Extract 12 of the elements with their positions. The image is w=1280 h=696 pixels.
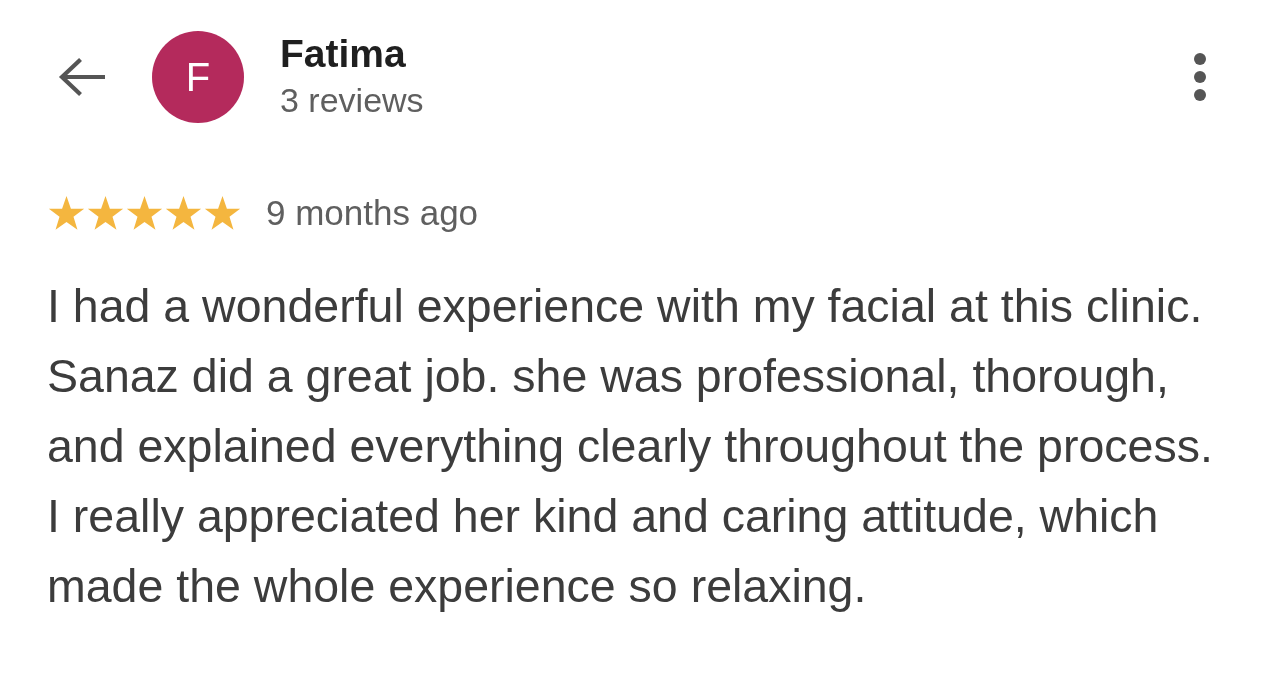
star-icon [165,195,202,231]
star-icon [204,195,241,231]
reviewer-name: Fatima [280,31,406,77]
review-time: 9 months ago [266,193,479,233]
review-text: I had a wonderful experience with my facial at this clinic. Sanaz did a great job. she was professional, thorough, and explained everything clearly throughout the process. I really appreciated her kind and caring attitude, which made the whole experience so relaxing. [47,279,1214,614]
more-options-icon[interactable] [1193,52,1207,102]
avatar: F [152,31,244,123]
star-icon [48,195,85,231]
review-count: 3 reviews [280,80,424,121]
star-icon [87,195,124,231]
star-icon [126,195,163,231]
back-arrow-icon[interactable] [57,57,105,97]
